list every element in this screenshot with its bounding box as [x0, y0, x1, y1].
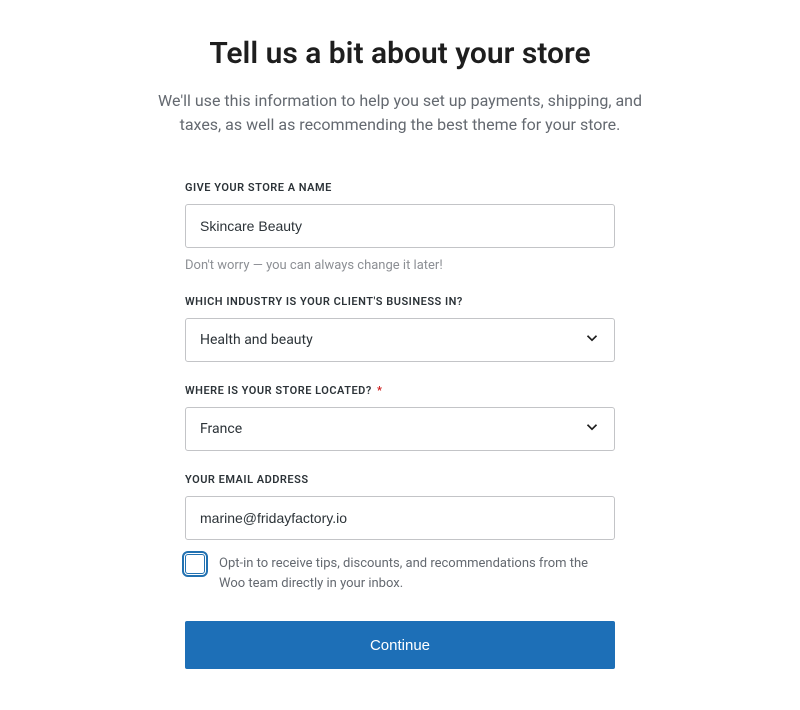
industry-label: WHICH INDUSTRY IS YOUR CLIENT'S BUSINESS…: [185, 295, 615, 308]
continue-button[interactable]: Continue: [185, 621, 615, 669]
store-name-helper: Don't worry — you can always change it l…: [185, 258, 615, 273]
store-name-input[interactable]: [185, 204, 615, 248]
required-asterisk: *: [377, 384, 382, 397]
store-name-label: GIVE YOUR STORE A NAME: [185, 181, 615, 194]
location-value: France: [200, 421, 242, 437]
industry-value: Health and beauty: [200, 332, 313, 348]
email-label: YOUR EMAIL ADDRESS: [185, 473, 615, 486]
location-label: WHERE IS YOUR STORE LOCATED? *: [185, 384, 615, 397]
email-input[interactable]: [185, 496, 615, 540]
location-select[interactable]: France: [185, 407, 615, 451]
optin-label: Opt-in to receive tips, discounts, and r…: [219, 554, 615, 593]
page-subtitle: We'll use this information to help you s…: [120, 89, 680, 137]
page-title: Tell us a bit about your store: [120, 36, 680, 71]
optin-checkbox[interactable]: [185, 554, 205, 574]
industry-select[interactable]: Health and beauty: [185, 318, 615, 362]
